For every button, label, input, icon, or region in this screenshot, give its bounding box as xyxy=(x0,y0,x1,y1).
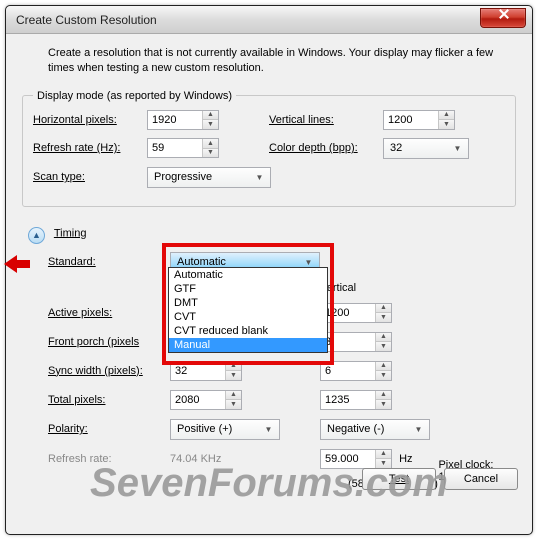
collapse-toggle[interactable]: ▲ xyxy=(28,227,45,244)
annotation-arrow-icon xyxy=(4,255,30,273)
total-pixels-label: Total pixels: xyxy=(48,394,170,406)
chevron-down-icon: ▼ xyxy=(252,170,267,185)
chevron-down-icon: ▼ xyxy=(450,141,465,156)
refresh-rate-v-input[interactable]: ▲▼ xyxy=(320,449,392,469)
front-porch-v-input[interactable]: ▲▼ xyxy=(320,332,392,352)
display-mode-legend: Display mode (as reported by Windows) xyxy=(33,90,236,102)
standard-option[interactable]: Automatic xyxy=(169,268,327,282)
standard-option[interactable]: CVT xyxy=(169,310,327,324)
vertical-lines-label: Vertical lines: xyxy=(269,114,379,126)
spinner-buttons[interactable]: ▲▼ xyxy=(202,139,218,157)
color-depth-select[interactable]: 32 ▼ xyxy=(383,138,469,159)
standard-option[interactable]: GTF xyxy=(169,282,327,296)
close-button[interactable] xyxy=(480,8,526,28)
refresh-rate-field[interactable] xyxy=(148,139,202,157)
refresh-rate-h: 74.04 KHz xyxy=(170,453,320,465)
color-depth-label: Color depth (bpp): xyxy=(269,142,379,154)
close-icon xyxy=(498,13,508,23)
standard-option[interactable]: DMT xyxy=(169,296,327,310)
active-pixels-label: Active pixels: xyxy=(48,307,170,319)
total-pixels-v-input[interactable]: ▲▼ xyxy=(320,390,392,410)
front-porch-label: Front porch (pixels xyxy=(48,336,170,348)
refresh-rate-label: Refresh rate (Hz): xyxy=(33,142,143,154)
standard-dropdown-list[interactable]: Automatic GTF DMT CVT CVT reduced blank … xyxy=(168,267,328,353)
cancel-button[interactable]: Cancel xyxy=(444,468,518,490)
horizontal-pixels-field[interactable] xyxy=(148,111,202,129)
sync-width-h-input[interactable]: ▲▼ xyxy=(170,361,242,381)
vertical-lines-input[interactable]: ▲▼ xyxy=(383,110,455,130)
dialog-buttons: Test Cancel xyxy=(362,468,518,490)
horizontal-pixels-input[interactable]: ▲▼ xyxy=(147,110,219,130)
timing-header: ▲ Timing xyxy=(28,225,520,242)
help-text: Create a resolution that is not currentl… xyxy=(18,44,520,84)
vertical-column-header: Vertical xyxy=(320,282,440,294)
spinner-buttons[interactable]: ▲▼ xyxy=(438,111,454,129)
horizontal-pixels-label: Horizontal pixels: xyxy=(33,114,143,126)
active-pixels-v-input[interactable]: ▲▼ xyxy=(320,303,392,323)
sync-width-label: Sync width (pixels): xyxy=(48,365,170,377)
scan-type-select[interactable]: Progressive ▼ xyxy=(147,167,271,188)
test-button[interactable]: Test xyxy=(362,468,436,490)
polarity-label: Polarity: xyxy=(48,423,170,435)
sync-width-v-input[interactable]: ▲▼ xyxy=(320,361,392,381)
refresh-rate-input[interactable]: ▲▼ xyxy=(147,138,219,158)
polarity-v-select[interactable]: Negative (-) ▼ xyxy=(320,419,430,440)
scan-type-value: Progressive xyxy=(154,171,212,183)
color-depth-value: 32 xyxy=(390,142,402,154)
standard-option-selected[interactable]: Manual xyxy=(169,338,327,352)
display-mode-group: Display mode (as reported by Windows) Ho… xyxy=(22,90,516,207)
chevron-down-icon: ▼ xyxy=(411,422,426,437)
polarity-h-select[interactable]: Positive (+) ▼ xyxy=(170,419,280,440)
titlebar[interactable]: Create Custom Resolution xyxy=(6,6,532,34)
standard-option[interactable]: CVT reduced blank xyxy=(169,324,327,338)
standard-label: Standard: xyxy=(48,256,170,268)
spinner-buttons[interactable]: ▲▼ xyxy=(202,111,218,129)
refresh-rate-row-label: Refresh rate: xyxy=(48,453,170,465)
scan-type-label: Scan type: xyxy=(33,171,143,183)
timing-label: Timing xyxy=(54,227,87,239)
window-title: Create Custom Resolution xyxy=(16,13,480,27)
total-pixels-h-input[interactable]: ▲▼ xyxy=(170,390,242,410)
vertical-lines-field[interactable] xyxy=(384,111,438,129)
hz-unit: Hz xyxy=(399,453,412,465)
chevron-down-icon: ▼ xyxy=(261,422,276,437)
